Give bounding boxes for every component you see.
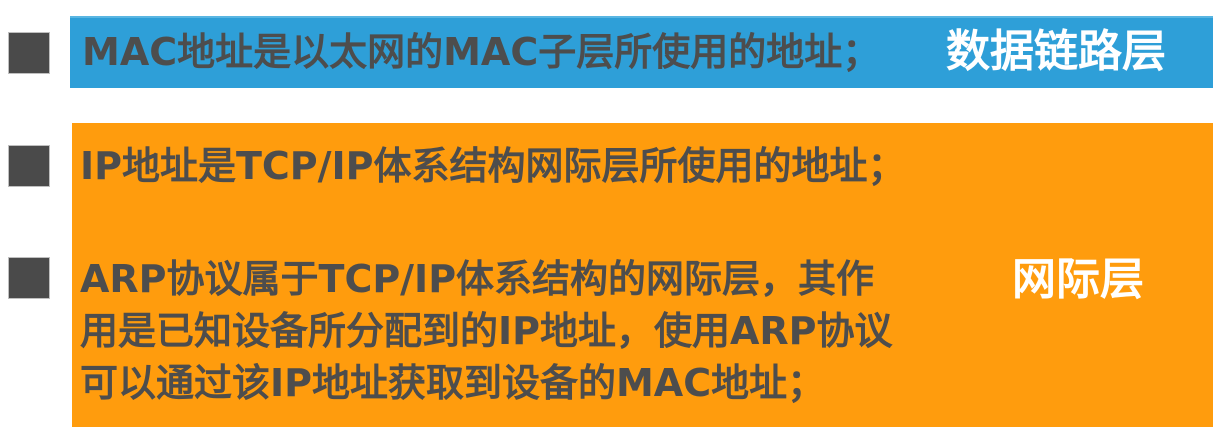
arp-line-2: 用是已知设备所分配到的IP地址，使用ARP协议 (80, 309, 893, 353)
bullet-square-ip (9, 146, 49, 186)
ip-address-statement: IP地址是TCP/IP体系结构网际层所使用的地址； (80, 144, 906, 188)
arp-line-1: ARP协议属于TCP/IP体系结构的网际层，其作 (80, 257, 875, 301)
slide: MAC地址是以太网的MAC子层所使用的地址； 数据链路层 IP地址是TCP/IP… (0, 0, 1231, 438)
bullet-square-mac (9, 33, 49, 73)
mac-address-statement: MAC地址是以太网的MAC子层所使用的地址； (82, 30, 881, 74)
bullet-square-arp (9, 258, 49, 298)
arp-line-3: 可以通过该IP地址获取到设备的MAC地址； (80, 361, 826, 405)
network-layer-label: 网际层 (1012, 254, 1144, 305)
arp-protocol-statement: ARP协议属于TCP/IP体系结构的网际层，其作 用是已知设备所分配到的IP地址… (80, 253, 893, 409)
data-link-layer-label: 数据链路层 (946, 26, 1166, 77)
